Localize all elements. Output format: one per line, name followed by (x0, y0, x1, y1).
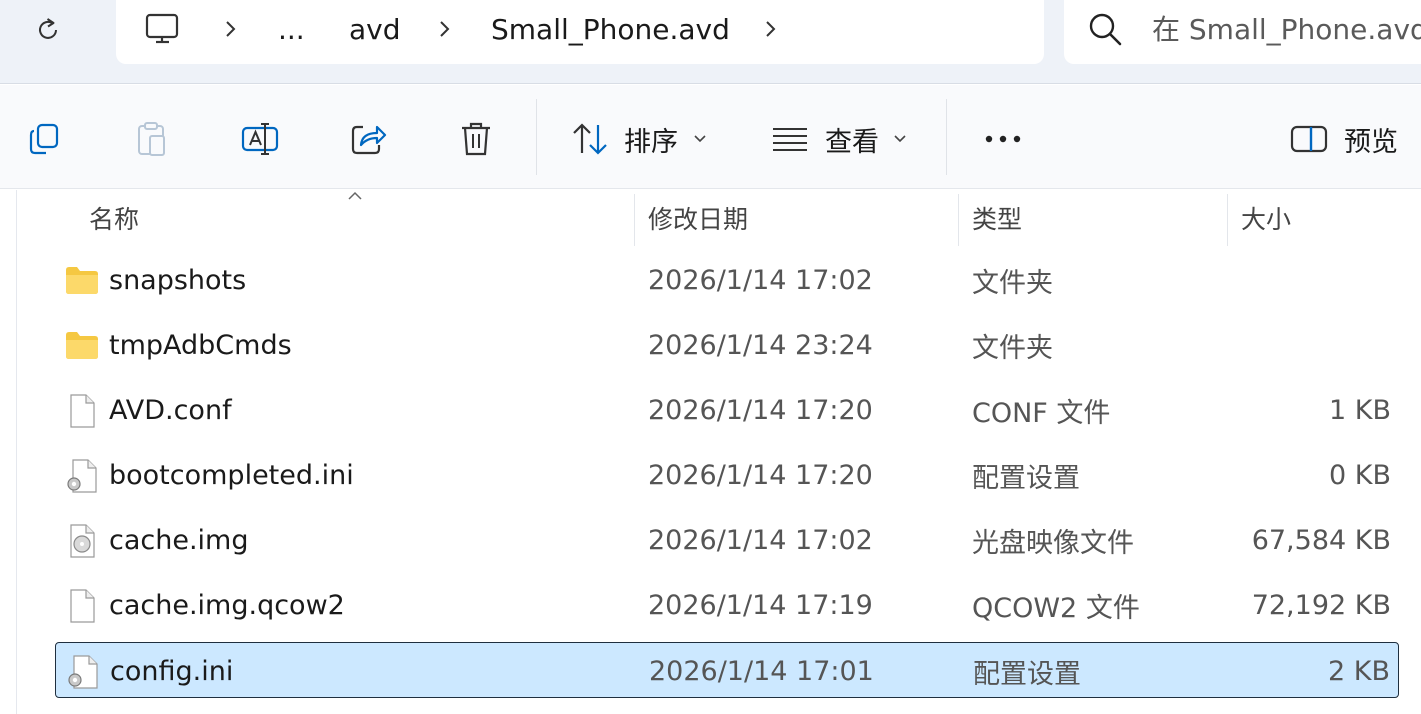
file-date: 2026/1/14 17:20 (648, 459, 873, 491)
file-row[interactable]: cache.img.qcow2 2026/1/14 17:19 QCOW2 文件… (55, 577, 1399, 633)
breadcrumb-item-current[interactable]: Small_Phone.avd (491, 0, 730, 58)
refresh-icon (39, 18, 57, 39)
file-row[interactable]: snapshots 2026/1/14 17:02 文件夹 (55, 252, 1399, 308)
column-header-name[interactable]: 名称 (89, 190, 629, 246)
breadcrumb-item-avd[interactable]: avd (349, 0, 401, 58)
toolbar-separator (946, 99, 947, 175)
file-row-selected[interactable]: config.ini 2026/1/14 17:01 配置设置 2 KB (55, 642, 1399, 698)
share-button[interactable] (340, 113, 396, 165)
file-icon (70, 394, 95, 428)
settings-file-icon (68, 655, 98, 689)
file-type: QCOW2 文件 (972, 592, 1140, 624)
search-icon (1089, 13, 1122, 46)
file-type: 文件夹 (972, 332, 1053, 364)
copy-icon (29, 123, 59, 155)
preview-button[interactable]: 预览 (1344, 113, 1398, 165)
file-row[interactable]: AVD.conf 2026/1/14 17:20 CONF 文件 1 KB (55, 382, 1399, 438)
file-row[interactable]: bootcompleted.ini 2026/1/14 17:20 配置设置 0… (55, 447, 1399, 503)
file-date: 2026/1/14 17:02 (648, 524, 873, 556)
disc-image-icon (70, 524, 95, 558)
column-divider[interactable] (958, 194, 959, 246)
paste-button[interactable] (124, 113, 180, 165)
scrollbar-track[interactable] (1407, 190, 1421, 714)
file-date: 2026/1/14 17:02 (648, 264, 873, 296)
share-icon (351, 125, 387, 155)
sort-chevron-icon[interactable] (692, 113, 708, 165)
more-icon (985, 135, 1021, 143)
preview-pane-icon-wrap[interactable] (1281, 113, 1337, 165)
search-box[interactable]: 在 Small_Phone.avd 中搜索 (1064, 0, 1421, 64)
more-options-button[interactable] (975, 113, 1031, 165)
file-name: AVD.conf (109, 394, 232, 426)
file-size: 67,584 KB (1251, 524, 1391, 556)
file-list: 名称 修改日期 类型 大小 snapshots 2026/1/14 17:02 … (16, 190, 1421, 714)
file-name: config.ini (110, 655, 234, 687)
breadcrumb-overflow[interactable]: ... (278, 0, 305, 58)
trash-icon (462, 122, 490, 156)
view-button[interactable]: 查看 (825, 113, 879, 165)
rename-icon (241, 123, 279, 155)
file-size: 0 KB (1329, 459, 1391, 491)
file-name: tmpAdbCmds (109, 329, 292, 361)
file-row[interactable]: tmpAdbCmds 2026/1/14 23:24 文件夹 (55, 317, 1399, 373)
sort-icon-wrap[interactable] (562, 113, 618, 165)
file-name: cache.img.qcow2 (109, 589, 345, 621)
file-date: 2026/1/14 17:19 (648, 589, 873, 621)
file-type: 文件夹 (972, 267, 1053, 299)
file-name: bootcompleted.ini (109, 459, 354, 491)
settings-file-icon (67, 459, 97, 493)
toolbar-separator (536, 99, 537, 175)
this-pc-button[interactable] (144, 0, 182, 58)
column-header-size[interactable]: 大小 (1241, 190, 1391, 246)
column-divider[interactable] (1227, 194, 1228, 246)
view-chevron-icon[interactable] (892, 113, 908, 165)
delete-button[interactable] (448, 113, 504, 165)
view-icon-wrap[interactable] (762, 113, 818, 165)
file-size: 2 KB (1328, 655, 1390, 687)
file-size: 72,192 KB (1251, 589, 1391, 621)
file-date: 2026/1/14 17:20 (648, 394, 873, 426)
sort-button[interactable]: 排序 (624, 113, 678, 165)
file-type: 配置设置 (973, 658, 1081, 690)
file-name: snapshots (109, 264, 247, 296)
file-date: 2026/1/14 17:01 (649, 655, 874, 687)
file-date: 2026/1/14 23:24 (648, 329, 873, 361)
folder-icon (66, 267, 98, 294)
file-type: 光盘映像文件 (972, 527, 1134, 559)
file-row[interactable]: cache.img 2026/1/14 17:02 光盘映像文件 67,584 … (55, 512, 1399, 568)
rename-button[interactable] (232, 113, 288, 165)
file-icon (70, 589, 95, 623)
paste-icon (138, 122, 165, 156)
sort-icon (573, 123, 607, 155)
view-lines-icon (773, 128, 807, 151)
breadcrumb-chevron-icon[interactable] (220, 0, 240, 58)
search-input[interactable]: 在 Small_Phone.avd 中搜索 (1152, 0, 1421, 56)
address-bar-area: ... avd Small_Phone.avd 在 Small_Phone.av… (0, 0, 1421, 84)
folder-icon (66, 332, 98, 359)
file-size: 1 KB (1329, 394, 1391, 426)
breadcrumb-chevron-icon[interactable] (434, 0, 454, 58)
column-divider[interactable] (634, 194, 635, 246)
address-bar[interactable]: ... avd Small_Phone.avd (116, 0, 1044, 64)
preview-pane-icon (1290, 125, 1328, 153)
refresh-button[interactable] (24, 10, 72, 50)
column-header-date[interactable]: 修改日期 (648, 190, 948, 246)
computer-icon (145, 13, 179, 44)
breadcrumb-chevron-icon[interactable] (760, 0, 780, 58)
copy-button[interactable] (16, 113, 72, 165)
column-header-type[interactable]: 类型 (972, 190, 1212, 246)
command-bar: 排序 查看 预览 (0, 85, 1421, 189)
file-type: 配置设置 (972, 462, 1080, 494)
file-name: cache.img (109, 524, 249, 556)
file-type: CONF 文件 (972, 397, 1111, 429)
